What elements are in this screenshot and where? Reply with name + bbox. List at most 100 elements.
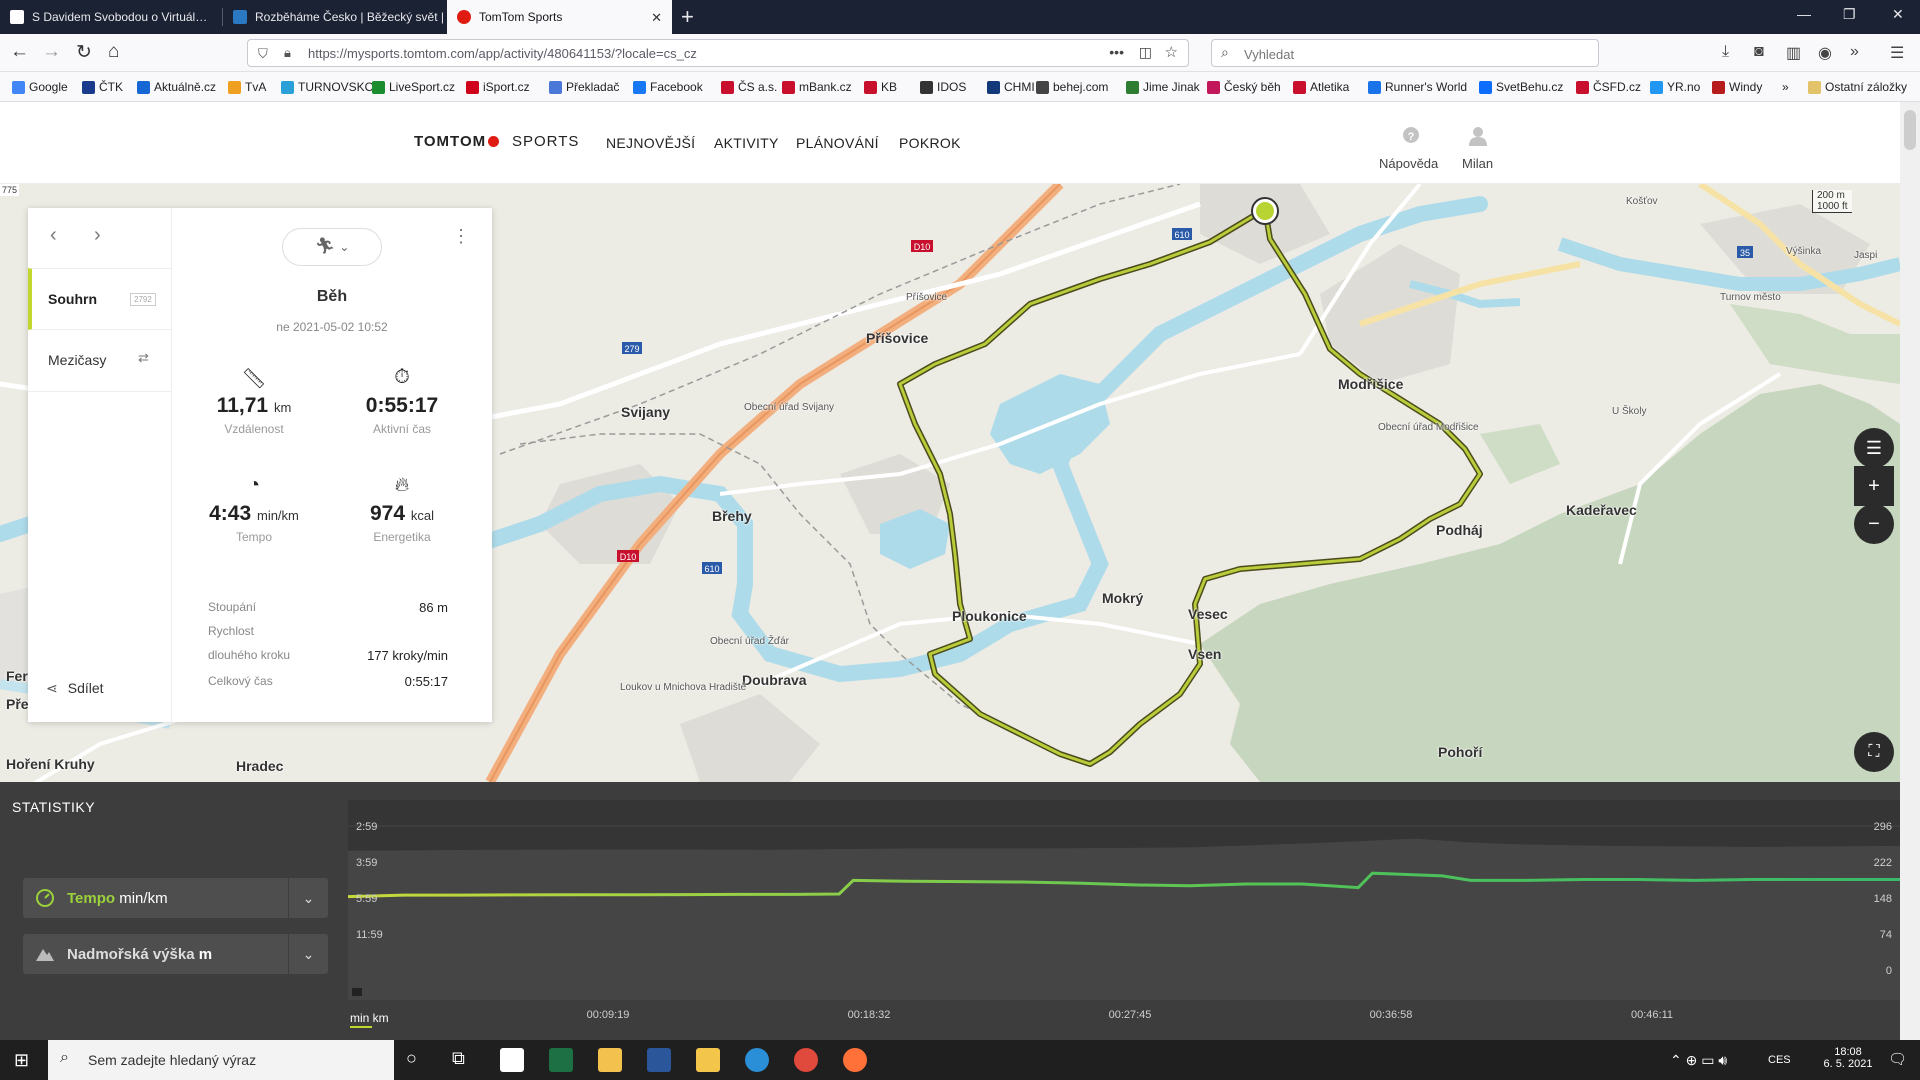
- taskbar-clock[interactable]: 18:08 6. 5. 2021: [1822, 1046, 1874, 1070]
- cortana-icon[interactable]: ○: [406, 1048, 417, 1069]
- restore-window-button[interactable]: ❐: [1843, 6, 1856, 23]
- firefox-icon[interactable]: [843, 1048, 867, 1072]
- bookmark-jime-jinak[interactable]: Jime Jinak: [1126, 80, 1200, 94]
- map-layers-button[interactable]: ☰: [1854, 428, 1894, 468]
- bookmark--s-a-s-[interactable]: ČS a.s.: [721, 80, 777, 94]
- bookmark-kb[interactable]: KB: [864, 80, 897, 94]
- back-icon[interactable]: ←: [10, 41, 29, 63]
- zoom-in-button[interactable]: +: [1854, 466, 1894, 506]
- bookmark-runner-s-world[interactable]: Runner's World: [1368, 80, 1467, 94]
- bookmark-yr-no[interactable]: YR.no: [1650, 80, 1700, 94]
- scrollbar-thumb[interactable]: [1904, 110, 1916, 150]
- browser-tab-active[interactable]: TomTom Sports ✕: [447, 0, 672, 34]
- bookmark-star-icon[interactable]: ☆: [1165, 43, 1178, 61]
- pace-series-selector[interactable]: Tempo min/km ⌄: [23, 878, 328, 918]
- edge-icon[interactable]: [745, 1048, 769, 1072]
- pocket-icon[interactable]: ◫: [1139, 44, 1152, 61]
- bookmark--tk[interactable]: ČTK: [82, 80, 123, 94]
- prev-activity-icon[interactable]: ‹: [50, 224, 57, 247]
- other-bookmarks-folder[interactable]: Ostatní záložky: [1808, 80, 1907, 94]
- bookmark-behej-com[interactable]: behej.com: [1036, 80, 1108, 94]
- bookmark-idos[interactable]: IDOS: [920, 80, 966, 94]
- nav-activities[interactable]: AKTIVITY: [714, 135, 779, 151]
- menu-icon[interactable]: ☰: [1890, 43, 1904, 63]
- bookmark-chmi[interactable]: CHMI: [987, 80, 1035, 94]
- share-label: Sdílet: [67, 680, 104, 696]
- bookmark--esk-b-h[interactable]: Český běh: [1207, 80, 1281, 94]
- page-scrollbar[interactable]: [1900, 102, 1920, 1040]
- chevron-down-icon[interactable]: ⌄: [288, 878, 328, 918]
- home-icon[interactable]: ⌂: [108, 41, 119, 63]
- user-name[interactable]: Milan: [1462, 156, 1493, 171]
- close-window-button[interactable]: ✕: [1892, 6, 1904, 23]
- stats-chart[interactable]: 2:59 3:59 5:59 11:59 296 222 148 74 0 00:09:19 00:…: [348, 800, 1900, 1024]
- fit-route-button[interactable]: ⛶: [1854, 732, 1894, 772]
- nav-latest[interactable]: NEJNOVĚJŠÍ: [606, 135, 695, 151]
- file-explorer-icon[interactable]: [696, 1048, 720, 1072]
- tray-icons[interactable]: ⌃ ⊕ ▭ 🔊︎: [1670, 1052, 1727, 1069]
- user-icon[interactable]: [1468, 126, 1488, 146]
- tab-summary[interactable]: Souhrn 2792: [28, 268, 172, 330]
- task-view-icon[interactable]: ⧉: [452, 1048, 465, 1069]
- help-label[interactable]: Nápověda: [1379, 156, 1438, 171]
- excel-icon[interactable]: [549, 1048, 573, 1072]
- mail-icon[interactable]: [598, 1048, 622, 1072]
- nav-progress[interactable]: POKROK: [899, 135, 961, 151]
- keyboard-language[interactable]: CES: [1768, 1054, 1791, 1066]
- bookmark-atletika[interactable]: Atletika: [1293, 80, 1349, 94]
- bookmark-favicon-icon: [82, 80, 95, 94]
- bookmark-svetbehu-cz[interactable]: SvetBehu.cz: [1479, 80, 1563, 94]
- runner-app-icon[interactable]: [500, 1048, 524, 1072]
- x-unit-toggle[interactable]: min km: [350, 1011, 389, 1028]
- browser-tab-2[interactable]: Rozběháme Česko | Běžecký svět | B…: [223, 0, 443, 34]
- bookmark-tva[interactable]: TvA: [228, 80, 266, 94]
- minimize-window-button[interactable]: —: [1797, 6, 1811, 22]
- bookmark-facebook[interactable]: Facebook: [633, 80, 703, 94]
- elevation-series-selector[interactable]: Nadmořská výška m ⌄: [23, 934, 328, 974]
- chevron-down-icon[interactable]: ⌄: [288, 934, 328, 974]
- chrome-icon[interactable]: [794, 1048, 818, 1072]
- windows-start-icon[interactable]: ⊞: [14, 1050, 29, 1071]
- more-options-icon[interactable]: ⋮: [452, 226, 470, 247]
- nav-planning[interactable]: PLÁNOVÁNÍ: [796, 135, 879, 151]
- downloads-icon[interactable]: ⤓: [1722, 43, 1729, 61]
- notifications-icon[interactable]: 🗨︎: [1888, 1050, 1907, 1068]
- next-activity-icon[interactable]: ›: [94, 224, 101, 247]
- url-bar[interactable]: ⛉ 🔒︎ https://mysports.tomtom.com/app/act…: [247, 39, 1189, 67]
- page-actions-icon[interactable]: •••: [1109, 44, 1124, 60]
- tab-splits[interactable]: Mezičasy ⇄: [28, 330, 172, 392]
- bookmark-label: iSport.cz: [483, 80, 530, 94]
- activity-type-dropdown[interactable]: 🏃︎ ⌄: [282, 228, 382, 266]
- share-button[interactable]: ⋖ Sdílet: [46, 680, 104, 697]
- word-icon[interactable]: [647, 1048, 671, 1072]
- bookmark-turnovsko[interactable]: TURNOVSKO: [281, 80, 374, 94]
- bookmark-google[interactable]: Google: [12, 80, 68, 94]
- bookmark-livesport-cz[interactable]: LiveSport.cz: [372, 80, 455, 94]
- screenshot-icon[interactable]: ◙: [1754, 43, 1764, 61]
- zoom-out-button[interactable]: −: [1854, 504, 1894, 544]
- browser-search-input[interactable]: ⌕ Vyhledat: [1211, 39, 1599, 67]
- shield-icon[interactable]: ⛉: [258, 46, 268, 62]
- new-tab-button[interactable]: +: [681, 4, 694, 30]
- tomtom-logo[interactable]: TOMTOM: [414, 133, 502, 150]
- account-icon[interactable]: ◉: [1818, 43, 1832, 63]
- chart-scroll-handle[interactable]: [352, 988, 362, 996]
- bookmark-p-eklada-[interactable]: Překladač: [549, 80, 619, 94]
- help-icon[interactable]: ?: [1401, 126, 1421, 146]
- bookmark-isport-cz[interactable]: iSport.cz: [466, 80, 530, 94]
- bookmark-windy[interactable]: Windy: [1712, 80, 1762, 94]
- bookmark-aktu-ln-cz[interactable]: Aktuálně.cz: [137, 80, 216, 94]
- bookmark-label: Jime Jinak: [1143, 80, 1200, 94]
- bookmarks-overflow-icon[interactable]: »: [1782, 80, 1789, 94]
- sidebar-icon[interactable]: ▥: [1786, 43, 1801, 63]
- stat-label: Celkový čas: [208, 674, 273, 688]
- forward-icon[interactable]: →: [42, 41, 61, 63]
- reload-icon[interactable]: ↻: [76, 41, 92, 64]
- lock-icon[interactable]: 🔒︎: [284, 45, 291, 61]
- taskbar-search-input[interactable]: ⌕ Sem zadejte hledaný výraz: [48, 1040, 394, 1080]
- close-tab-icon[interactable]: ✕: [651, 10, 662, 26]
- bookmark--sfd-cz[interactable]: ČSFD.cz: [1576, 80, 1641, 94]
- overflow-icon[interactable]: »: [1850, 43, 1859, 61]
- bookmark-mbank-cz[interactable]: mBank.cz: [782, 80, 852, 94]
- browser-tab-1[interactable]: S Davidem Svobodou o Virtuál…: [0, 0, 222, 34]
